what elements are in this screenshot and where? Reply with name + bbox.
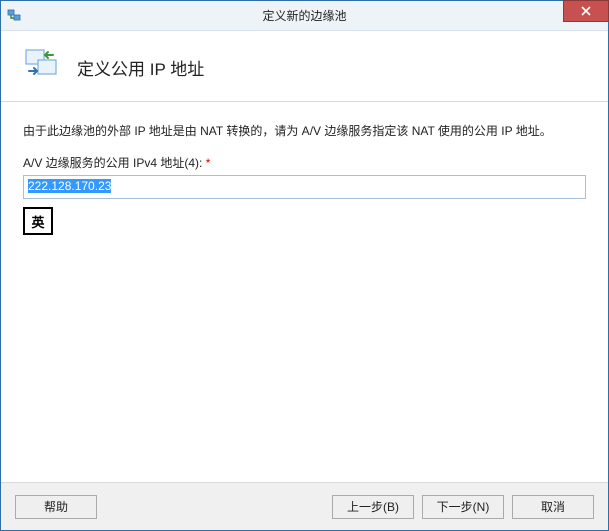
- help-button[interactable]: 帮助: [15, 495, 97, 519]
- content-area: 由于此边缘池的外部 IP 地址是由 NAT 转换的，请为 A/V 边缘服务指定该…: [1, 102, 608, 482]
- next-button[interactable]: 下一步(N): [422, 495, 504, 519]
- footer: 帮助 上一步(B) 下一步(N) 取消: [1, 482, 608, 530]
- close-button[interactable]: [563, 0, 609, 22]
- page-title: 定义公用 IP 地址: [77, 55, 204, 80]
- cancel-button[interactable]: 取消: [512, 495, 594, 519]
- close-icon: [581, 6, 591, 16]
- ip-field-label-text: A/V 边缘服务的公用 IPv4 地址(4):: [23, 156, 202, 170]
- app-icon: [7, 8, 23, 24]
- window-title: 定义新的边缘池: [1, 7, 608, 24]
- ip-field-label: A/V 边缘服务的公用 IPv4 地址(4): *: [23, 154, 586, 171]
- description-text: 由于此边缘池的外部 IP 地址是由 NAT 转换的，请为 A/V 边缘服务指定该…: [23, 122, 586, 140]
- wizard-icon: [23, 49, 63, 85]
- dialog-window: 定义新的边缘池 定义公用 IP 地址 由于此边缘池的外部 IP 地址是由 NAT…: [0, 0, 609, 531]
- back-button[interactable]: 上一步(B): [332, 495, 414, 519]
- required-marker: *: [206, 156, 211, 170]
- header: 定义公用 IP 地址: [1, 31, 608, 102]
- ip-address-value: 222.128.170.23: [28, 179, 111, 193]
- ip-address-input[interactable]: 222.128.170.23: [23, 175, 586, 199]
- ime-indicator[interactable]: 英: [23, 207, 53, 235]
- titlebar: 定义新的边缘池: [1, 1, 608, 31]
